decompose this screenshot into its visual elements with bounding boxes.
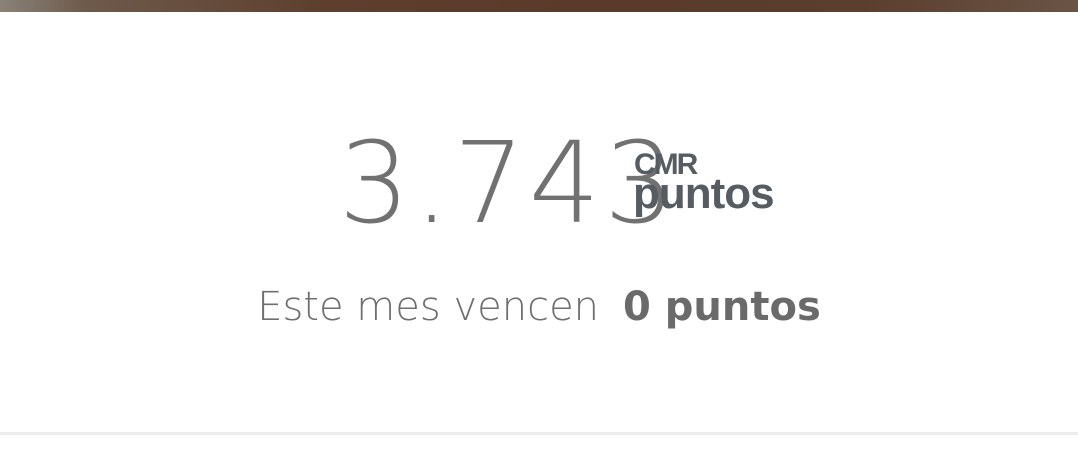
expiry-amount: 0 puntos xyxy=(623,284,821,330)
expiry-label: Este mes vencen xyxy=(257,284,600,330)
puntos-logo-text: puntos xyxy=(633,169,775,218)
header-photo-strip xyxy=(0,0,1078,12)
section-divider xyxy=(0,432,1078,435)
cmr-puntos-logo: CMR puntos xyxy=(633,150,794,230)
expiry-info: Este mes vencen 0 puntos xyxy=(0,284,1078,330)
points-balance: 3.743 xyxy=(338,119,680,249)
points-summary: 3.743 xyxy=(0,128,1078,240)
